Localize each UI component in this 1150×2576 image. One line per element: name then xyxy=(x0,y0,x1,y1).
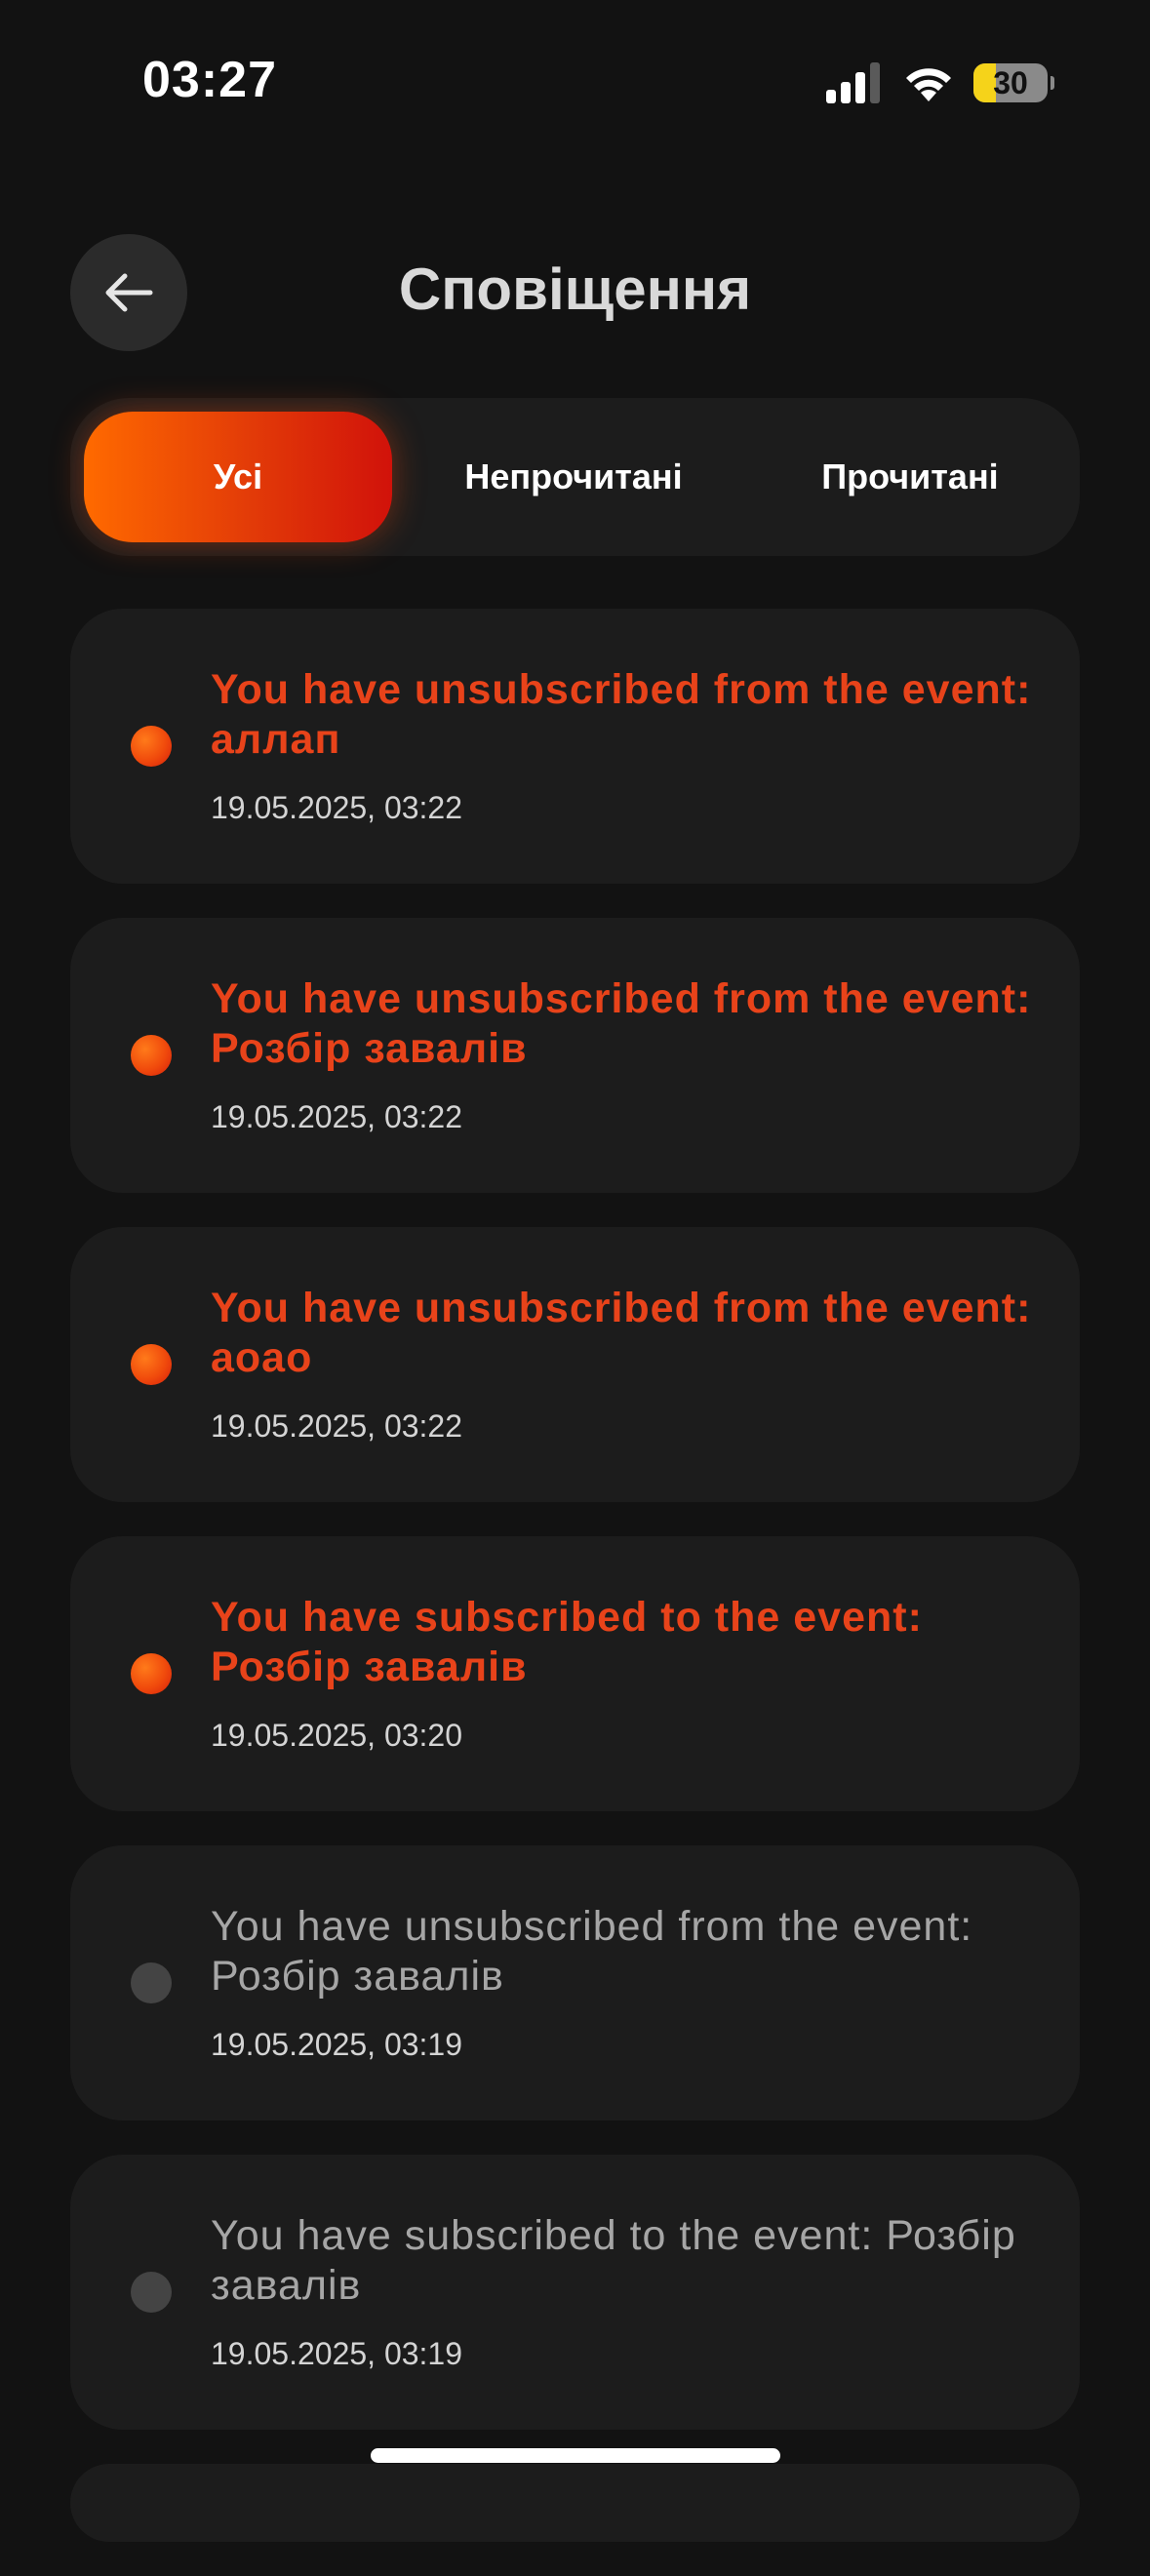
wifi-icon xyxy=(906,68,951,101)
notification-text: You have unsubscribed from the event: Ро… xyxy=(211,975,1032,1072)
notification-time: 19.05.2025, 03:19 xyxy=(211,2027,463,2062)
notification-time: 19.05.2025, 03:22 xyxy=(211,1099,463,1134)
page-title: Сповіщення xyxy=(398,257,752,322)
notification-text: You have unsubscribed from the event: ао… xyxy=(211,1285,1032,1381)
status-time: 03:27 xyxy=(142,52,277,108)
notification-text: You have subscribed to the event: Розбір… xyxy=(211,2212,1016,2309)
unread-dot-icon xyxy=(131,1035,172,1076)
tab-read[interactable]: Прочитані xyxy=(753,412,1067,542)
unread-dot-icon xyxy=(131,1344,172,1385)
notification-item[interactable]: You have unsubscribed from the event: Ро… xyxy=(70,1845,1080,2120)
filter-tabs: Усі Непрочитані Прочитані xyxy=(70,398,1080,556)
notification-time: 19.05.2025, 03:22 xyxy=(211,1408,463,1444)
notification-item[interactable]: You have unsubscribed from the event: ао… xyxy=(70,1227,1080,1502)
notification-text: You have unsubscribed from the event: ал… xyxy=(211,666,1032,763)
notification-time: 19.05.2025, 03:20 xyxy=(211,1718,463,1753)
notification-text: You have subscribed to the event: Розбір… xyxy=(211,1594,923,1690)
battery-level: 30 xyxy=(993,65,1028,100)
unread-dot-icon xyxy=(131,1653,172,1694)
tab-unread[interactable]: Непрочитані xyxy=(408,412,739,542)
notification-text: You have unsubscribed from the event: Ро… xyxy=(211,1903,973,2000)
notification-list: You have unsubscribed from the event: ал… xyxy=(70,609,1080,2576)
unread-dot-icon xyxy=(131,726,172,767)
notification-item[interactable]: You have subscribed to the event: Розбір… xyxy=(70,1536,1080,1811)
read-dot-icon xyxy=(131,2272,172,2313)
notification-item[interactable]: You have unsubscribed from the event: Ро… xyxy=(70,918,1080,1193)
read-dot-icon xyxy=(131,1962,172,2003)
notification-item[interactable]: You have unsubscribed from the event: ал… xyxy=(70,609,1080,884)
home-indicator[interactable] xyxy=(371,2448,780,2463)
notification-item-partial[interactable] xyxy=(70,2464,1080,2542)
status-bar: 03:27 30 xyxy=(0,0,1150,166)
notification-item[interactable]: You have subscribed to the event: Розбір… xyxy=(70,2155,1080,2430)
notification-time: 19.05.2025, 03:22 xyxy=(211,790,463,825)
signal-icon xyxy=(826,62,880,103)
notification-time: 19.05.2025, 03:19 xyxy=(211,2336,463,2371)
battery-icon: 30 xyxy=(973,63,1054,102)
tab-all[interactable]: Усі xyxy=(84,412,392,542)
